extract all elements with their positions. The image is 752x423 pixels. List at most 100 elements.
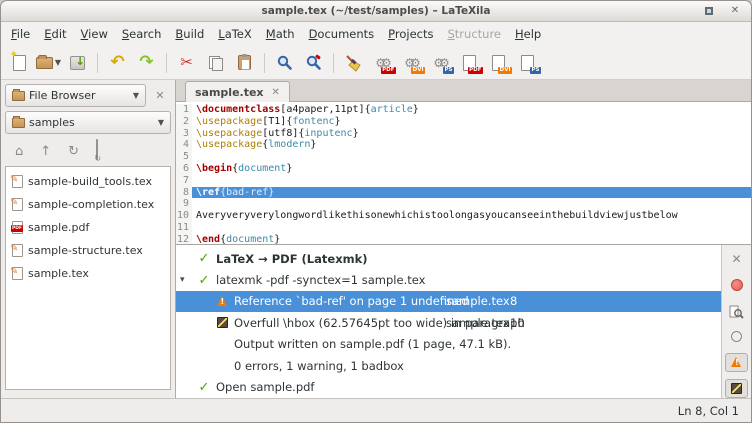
close-build-panel-button[interactable]: ✕ [725, 250, 748, 269]
file-browser-icon [12, 91, 25, 101]
chevron-down-icon: ▼ [55, 58, 61, 67]
close-tab-icon[interactable]: ✕ [272, 87, 280, 98]
file-list: sample-build_tools.tex sample-completion.… [5, 166, 171, 390]
paste-button[interactable] [231, 49, 258, 76]
show-errors-button[interactable] [725, 327, 748, 346]
build-row[interactable]: 0 errors, 1 warning, 1 badbox [176, 355, 721, 376]
build-dvi-button[interactable]: ⚙⚙DVI [398, 49, 425, 76]
view-ps-button[interactable]: PS [514, 49, 541, 76]
menu-projects[interactable]: Projects [381, 23, 440, 45]
code-line: 1\documentclass[a4paper,11pt]{article} [176, 104, 751, 116]
cut-icon: ✂ [180, 55, 193, 70]
home-button[interactable]: ⌂ [15, 140, 23, 159]
redo-icon: ↷ [139, 54, 153, 71]
maximize-button[interactable] [703, 5, 715, 17]
open-folder-icon [36, 57, 53, 69]
build-ps-button[interactable]: ⚙⚙PS [427, 49, 454, 76]
build-row[interactable]: ✓LaTeX → PDF (Latexmk) [176, 248, 721, 269]
save-button[interactable] [64, 49, 91, 76]
file-name: sample-completion.tex [28, 198, 154, 211]
panel-selector[interactable]: File Browser ▼ [5, 84, 146, 107]
cut-button[interactable]: ✂ [173, 49, 200, 76]
build-row[interactable]: Overfull \hbox (62.57645pt too wide) in … [176, 312, 721, 333]
code-editor[interactable]: 1\documentclass[a4paper,11pt]{article}2\… [176, 102, 751, 244]
build-row[interactable]: Output written on sample.pdf (1 page, 47… [176, 334, 721, 355]
clean-build-files-button[interactable] [340, 49, 367, 76]
build-row[interactable]: ▾✓latexmk -pdf -synctex=1 sample.tex [176, 269, 721, 290]
menu-bar: FileEditViewSearchBuildLaTeXMathDocument… [1, 22, 751, 46]
folder-selector[interactable]: samples ▼ [5, 111, 171, 134]
redo-button[interactable]: ↷ [133, 49, 160, 76]
check-icon: ✓ [199, 380, 210, 395]
file-item[interactable]: sample.pdf [6, 216, 170, 239]
folder-selector-label: samples [29, 116, 75, 129]
menu-edit[interactable]: Edit [37, 23, 73, 45]
code-line: 9 [176, 198, 751, 210]
tex-file-icon [12, 244, 23, 257]
pdf-badge: PDF [381, 67, 396, 75]
build-row[interactable]: Reference `bad-ref' on page 1 undefineds… [176, 291, 721, 312]
save-icon [70, 56, 85, 70]
close-icon: ✕ [731, 252, 741, 266]
line-number: 8 [176, 187, 192, 199]
active-document-icon [96, 139, 98, 160]
show-badboxes-button[interactable] [725, 379, 748, 398]
panel-selector-label: File Browser [29, 89, 95, 102]
view-dvi-button[interactable]: DVI [485, 49, 512, 76]
expander-icon[interactable]: ▾ [180, 275, 185, 285]
copy-icon [208, 55, 224, 71]
code-line: 4\usepackage{lmodern} [176, 139, 751, 151]
badbox-icon [731, 383, 742, 394]
show-details-button[interactable] [725, 302, 748, 321]
search-and-replace-button[interactable] [300, 49, 327, 76]
search-button[interactable] [271, 49, 298, 76]
copy-button[interactable] [202, 49, 229, 76]
active-document-directory-button[interactable] [96, 140, 98, 159]
code-line: 2\usepackage[T1]{fontenc} [176, 116, 751, 128]
line-text: \usepackage[utf8]{inputenc} [192, 128, 751, 140]
menu-view[interactable]: View [74, 23, 115, 45]
side-panel-header: File Browser ▼ ✕ [5, 84, 171, 107]
toolbar-separator [97, 53, 98, 73]
view-pdf-button[interactable]: PDF [456, 49, 483, 76]
menu-search[interactable]: Search [115, 23, 169, 45]
file-item[interactable]: sample-structure.tex [6, 239, 170, 262]
new-document-button[interactable] [6, 49, 33, 76]
stop-execution-button[interactable] [725, 276, 748, 295]
window-buttons: ✕ [703, 1, 741, 21]
refresh-button[interactable]: ↻ [68, 140, 79, 159]
code-line: 6\begin{document} [176, 163, 751, 175]
ps-badge: PS [530, 67, 541, 75]
build-row[interactable]: ✓Open sample.pdf [176, 376, 721, 397]
menu-help[interactable]: Help [508, 23, 548, 45]
menu-file[interactable]: File [4, 23, 37, 45]
dvi-badge: DVI [498, 67, 512, 75]
file-item[interactable]: sample-completion.tex [6, 193, 170, 216]
menu-documents[interactable]: Documents [302, 23, 382, 45]
menu-build[interactable]: Build [168, 23, 211, 45]
file-item[interactable]: sample.tex [6, 262, 170, 285]
close-window-button[interactable]: ✕ [729, 5, 741, 17]
file-item[interactable]: sample-build_tools.tex [6, 170, 170, 193]
build-line-number: 8 [510, 294, 517, 308]
parent-directory-button[interactable]: ↑ [40, 140, 51, 159]
menu-math[interactable]: Math [259, 23, 302, 45]
open-document-button[interactable]: ▼ [35, 49, 62, 76]
file-name: sample-structure.tex [28, 244, 143, 257]
show-warnings-button[interactable] [725, 353, 748, 372]
code-line: 11 [176, 222, 751, 234]
window-title: sample.tex (~/test/samples) – LaTeXila [262, 5, 491, 17]
line-text: \usepackage[T1]{fontenc} [192, 116, 751, 128]
build-message: 0 errors, 1 warning, 1 badbox [234, 359, 404, 373]
close-side-panel-button[interactable]: ✕ [149, 84, 171, 107]
build-row-icon: ✓ [197, 251, 211, 266]
menu-latex[interactable]: LaTeX [211, 23, 259, 45]
build-pdf-button[interactable]: ⚙⚙PDF [369, 49, 396, 76]
toolbar-separator [333, 53, 334, 73]
build-message: latexmk -pdf -synctex=1 sample.tex [216, 273, 425, 287]
search-replace-icon [305, 54, 322, 71]
paste-icon [238, 55, 251, 70]
up-arrow-icon: ↑ [40, 144, 51, 159]
undo-button[interactable]: ↶ [104, 49, 131, 76]
tab-sample-tex[interactable]: sample.tex ✕ [185, 81, 290, 102]
